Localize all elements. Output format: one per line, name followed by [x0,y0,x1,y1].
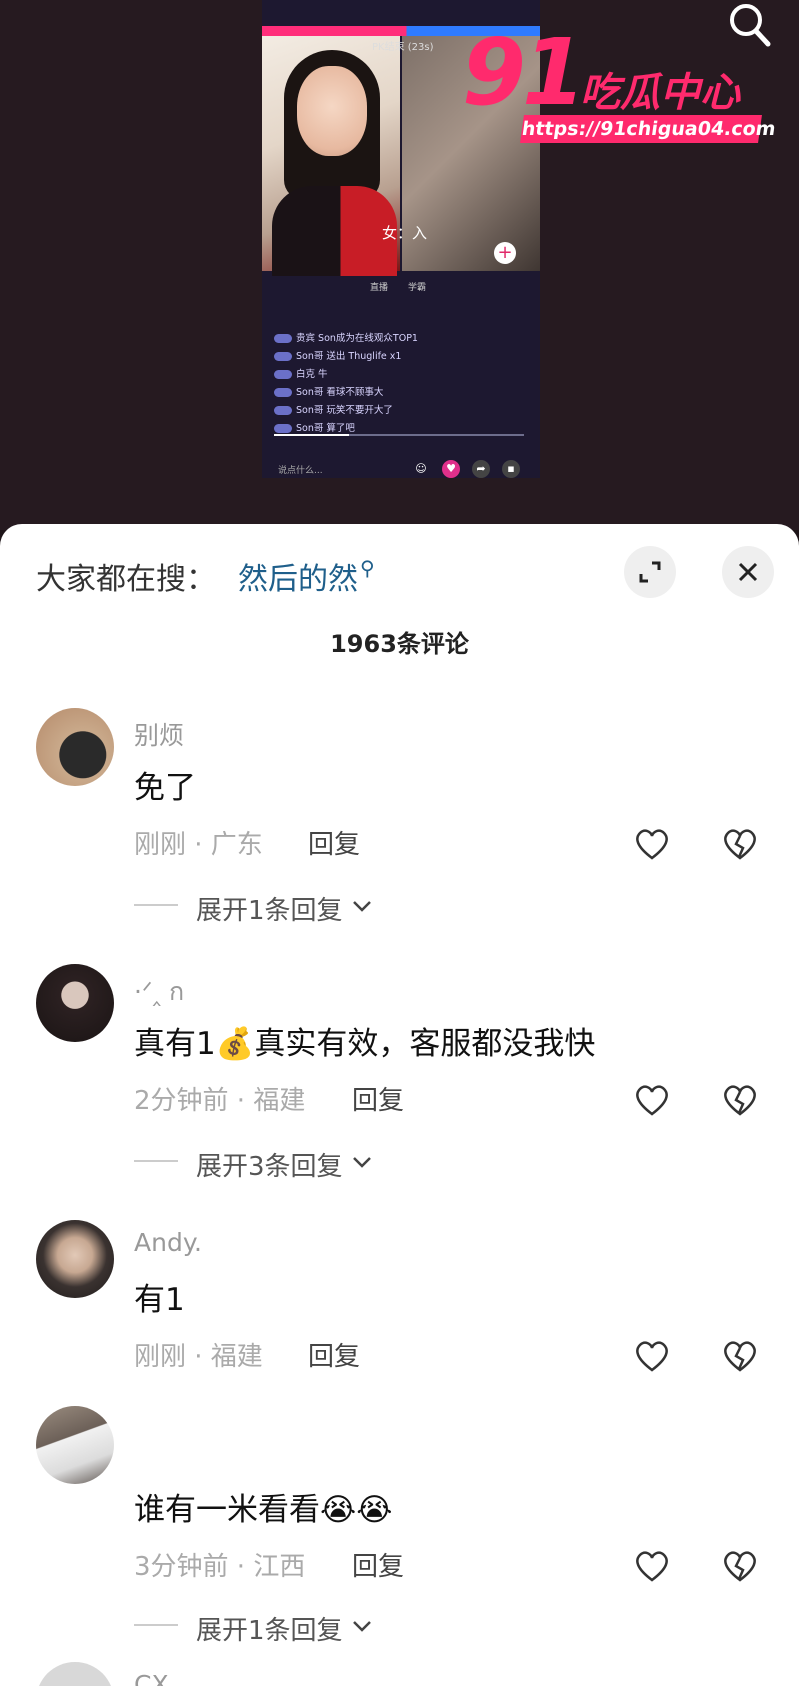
chat-line: 贵宾 Son成为在线观众TOP1 [274,330,524,348]
reply-button[interactable]: 回复 [352,1080,404,1117]
level-badge [274,424,292,433]
emoji-icon[interactable]: ☺ [412,460,430,478]
comment-username[interactable]: ·ᐟ‸ ก [134,972,184,1012]
streamer-body [272,186,397,276]
avatar[interactable] [36,1406,114,1484]
watermark-logo: 91 吃瓜中心 https://91chigua04.com [462,18,797,153]
close-icon [738,562,758,582]
pk-status-label: PK结束 (23s) [372,42,434,53]
avatar[interactable] [36,1220,114,1298]
expand-button[interactable] [624,546,676,598]
comment-text: 真有1💰真实有效，客服都没我快 [134,1026,596,1062]
chat-line: Son哥 看球不顾事大 [274,384,524,402]
comment-username[interactable]: Andy. [134,1228,202,1257]
comment-sheet: 大家都在搜： 然后的然 ⚲ 1963条评论 别烦 免了 刚刚 · 广东 回复 展… [0,524,799,1686]
video-progress-fill [274,434,349,436]
streamer-face [297,66,367,156]
stream-mid-row: 直播 学霸 [262,274,540,298]
left-streamer-cam [262,36,400,276]
video-progress-bar[interactable] [274,434,524,436]
comment-meta: 2分钟前 · 福建 [134,1086,306,1116]
logo-number: 91 [462,19,586,126]
heart-icon[interactable] [632,824,672,864]
expand-replies-label: 展开1条回复 [196,1616,343,1646]
mid-label: 直播 [370,283,389,293]
reply-button[interactable]: 回复 [308,824,360,861]
heart-icon[interactable] [632,1546,672,1586]
live-chat: 贵宾 Son成为在线观众TOP1 Son哥 送出 Thuglife x1 白克 … [274,330,524,438]
level-badge [274,388,292,397]
avatar[interactable] [36,708,114,786]
broken-heart-icon[interactable] [720,1080,760,1120]
heart-icon[interactable] [632,1336,672,1376]
level-badge [274,370,292,379]
comment-username[interactable]: CX [134,1670,169,1686]
avatar[interactable] [36,1662,114,1686]
stream-bottom-bar: 说点什么... ☺ ♥ ➦ ▪ [262,460,540,478]
follow-plus-button[interactable]: + [494,242,516,264]
comment-meta: 刚刚 · 福建 [134,1342,263,1372]
logo-url: https://91chigua04.com [520,115,777,143]
video-area[interactable]: 😰 PK结束 (23s) 女：入 + 直播 学霸 贵宾 Son成为在线观众TOP… [0,0,799,530]
level-badge [274,406,292,415]
chat-input[interactable]: 说点什么... [278,463,323,476]
comment-text: 有1 [134,1282,185,1318]
chat-line: Son哥 玩笑不要开大了 [274,402,524,420]
chevron-down-icon [353,1621,371,1632]
broken-heart-icon[interactable] [720,1336,760,1376]
close-button[interactable] [722,546,774,598]
comment-username[interactable]: 别烦 [134,716,184,752]
more-icon[interactable]: ▪ [502,460,520,478]
chat-line: 白克 牛 [274,366,524,384]
expand-replies-label: 展开1条回复 [196,896,343,926]
level-badge [274,334,292,343]
reply-button[interactable]: 回复 [308,1336,360,1373]
logo-name: 吃瓜中心 [580,70,740,116]
expand-replies-label: 展开3条回复 [196,1152,343,1182]
chevron-down-icon [353,1157,371,1168]
mid-label: 学霸 [408,283,427,293]
heart-icon[interactable] [632,1080,672,1120]
comment-meta: 3分钟前 · 江西 [134,1552,306,1582]
broken-heart-icon[interactable] [720,1546,760,1586]
avatar[interactable] [36,964,114,1042]
level-badge [274,352,292,361]
expand-icon [639,561,661,583]
gift-icon[interactable]: ♥ [442,460,460,478]
trending-label: 大家都在搜： [36,562,216,597]
comment-text: 免了 [134,770,196,806]
trending-search-icon[interactable]: ⚲ [360,556,375,580]
chevron-down-icon [353,901,371,912]
share-icon[interactable]: ➦ [472,460,490,478]
comment-count: 1963条评论 [330,630,469,658]
broken-heart-icon[interactable] [720,824,760,864]
video-overlay-text: 女：入 [382,224,428,242]
comment-meta: 刚刚 · 广东 [134,830,263,860]
chat-line: Son哥 送出 Thuglife x1 [274,348,524,366]
comment-text: 谁有一米看看😭😭 [134,1492,393,1528]
reply-button[interactable]: 回复 [352,1546,404,1583]
trending-term[interactable]: 然后的然 [238,554,358,598]
